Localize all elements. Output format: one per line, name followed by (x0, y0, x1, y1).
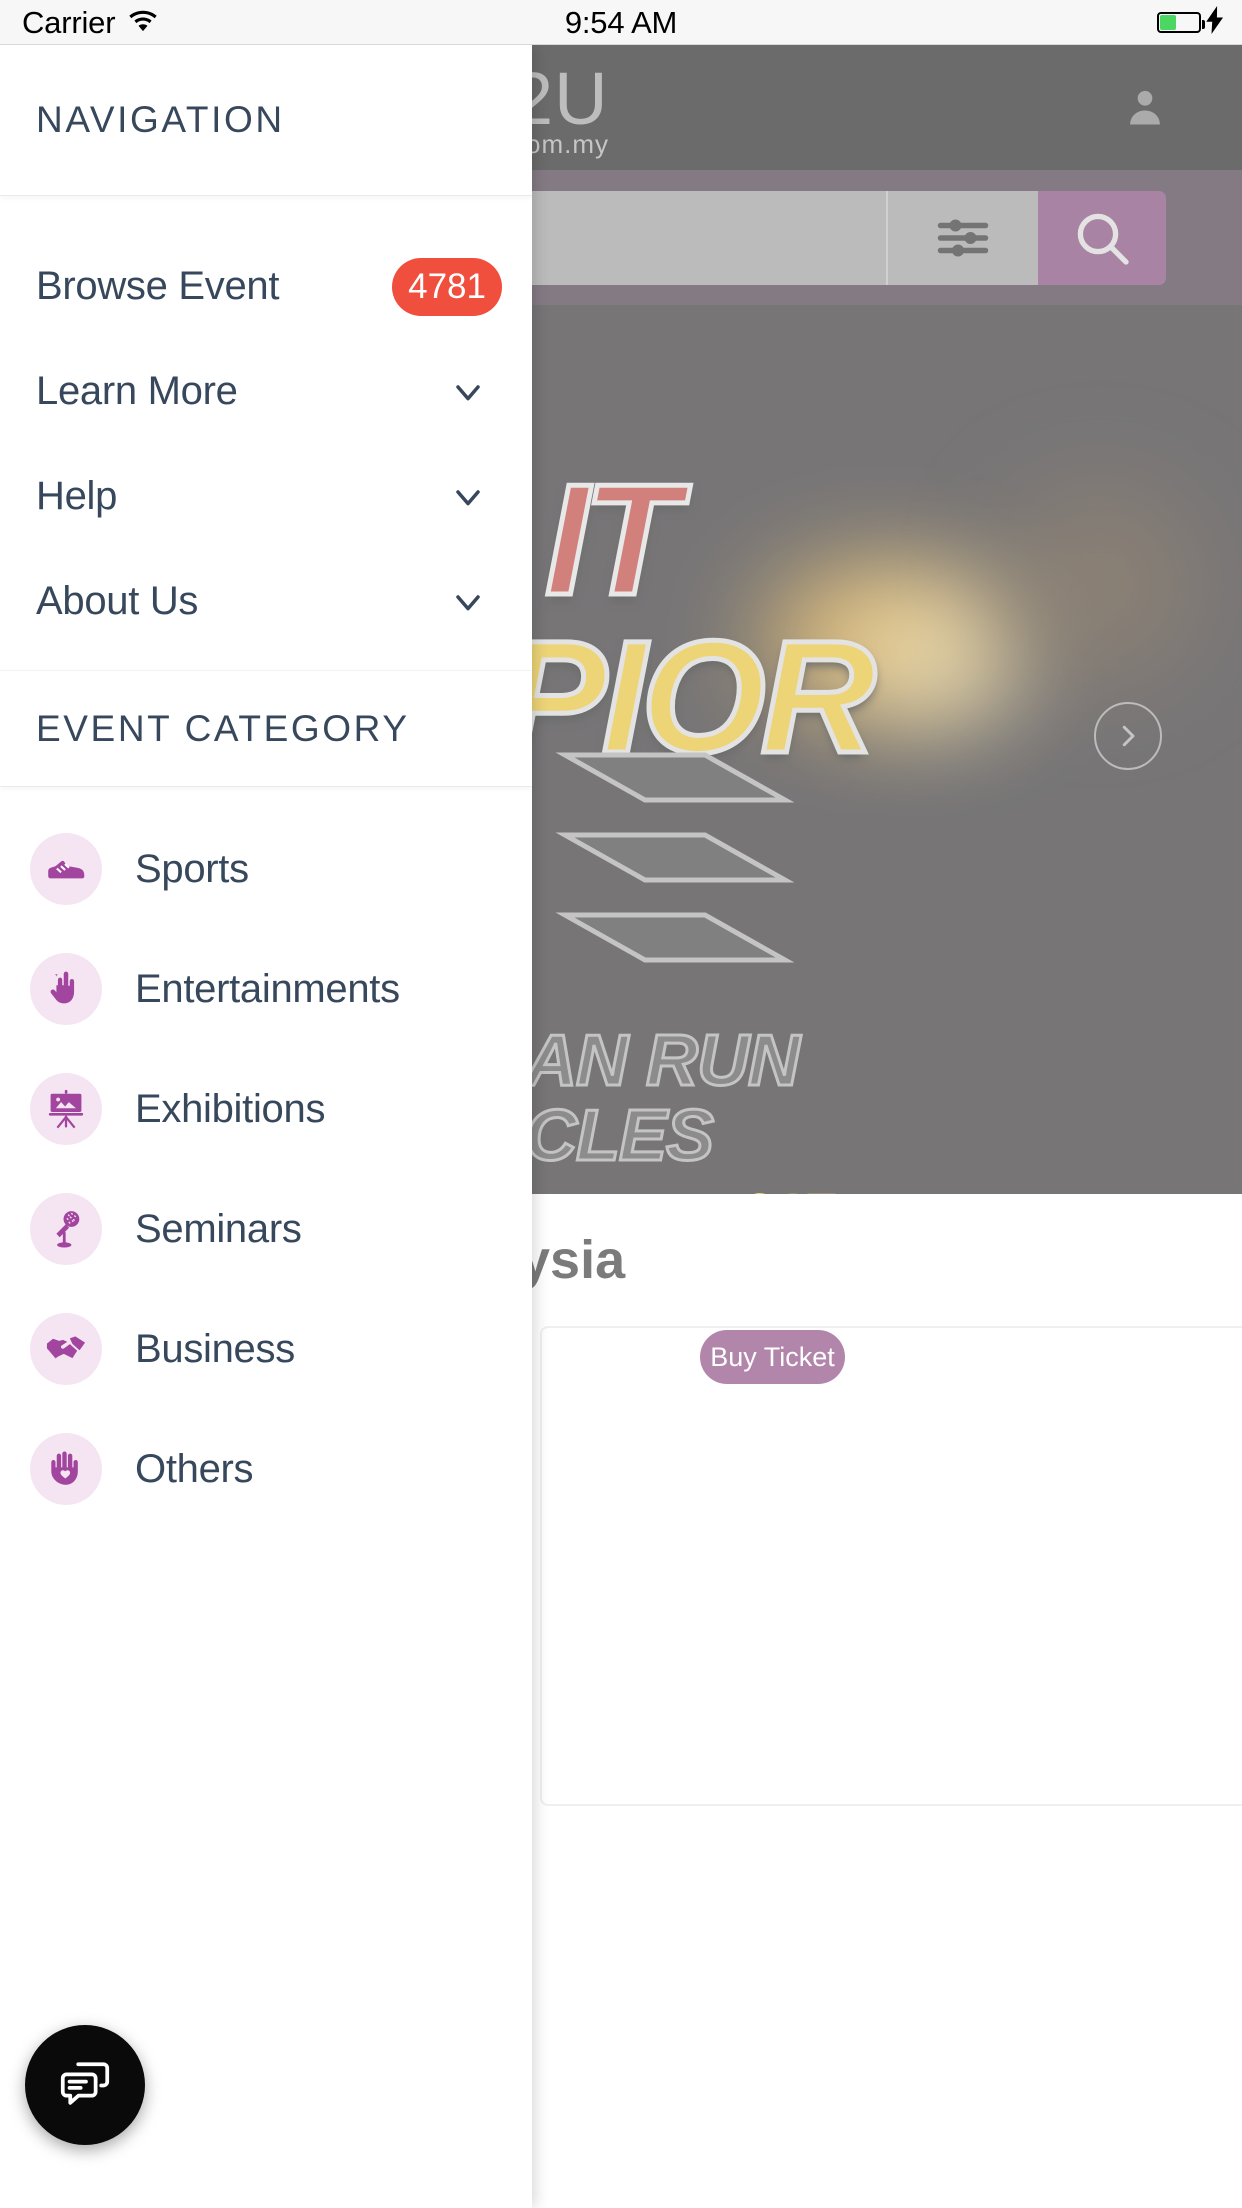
chevron-down-icon[interactable] (448, 477, 488, 517)
microphone-icon (30, 1193, 102, 1265)
status-bar: Carrier 9:54 AM (0, 0, 1242, 45)
sidebar-item-business[interactable]: Business (0, 1289, 532, 1409)
sidebar-item-label: Help (36, 474, 118, 518)
sidebar-item-browse-event[interactable]: Browse Event 4781 (0, 234, 532, 339)
sneaker-icon (30, 833, 102, 905)
handshake-icon (30, 1313, 102, 1385)
hand-heart-icon (30, 1433, 102, 1505)
sidebar-item-learn-more[interactable]: Learn More (0, 339, 532, 444)
sidebar-item-label: About Us (36, 579, 199, 623)
battery-fill (1160, 15, 1176, 30)
sidebar-item-label: Business (135, 1326, 295, 1371)
clock-label: 9:54 AM (564, 4, 678, 40)
status-badge: 4781 (392, 257, 502, 316)
lightning-bolt-icon (1206, 6, 1224, 39)
sidebar-item-label: Browse Event (36, 264, 280, 308)
sidebar-item-entertainments[interactable]: Entertainments (0, 929, 532, 1049)
status-bar-center: 9:54 AM (0, 0, 1242, 45)
sidebar-item-label: Learn More (36, 369, 238, 413)
chevron-down-icon[interactable] (448, 582, 488, 622)
sidebar-item-label: Others (135, 1446, 254, 1491)
app-screen: 2U com.my IT PIOR AN RUN CLES ysia Buy T… (0, 0, 1242, 2208)
chevron-down-icon[interactable] (448, 372, 488, 412)
navigation-drawer: NAVIGATION Browse Event 4781 Learn More … (0, 45, 532, 2208)
sidebar-item-label: Entertainments (135, 966, 400, 1011)
chat-bubbles-icon[interactable] (25, 2025, 145, 2145)
sidebar-item-about-us[interactable]: About Us (0, 549, 532, 654)
event-category-section-header: EVENT CATEGORY (0, 670, 532, 787)
rock-hand-icon (30, 953, 102, 1025)
easel-icon (30, 1073, 102, 1145)
sidebar-item-help[interactable]: Help (0, 444, 532, 549)
sidebar-item-others[interactable]: Others (0, 1409, 532, 1529)
navigation-section-header: NAVIGATION (0, 45, 532, 196)
sidebar-item-seminars[interactable]: Seminars (0, 1169, 532, 1289)
sidebar-item-label: Seminars (135, 1206, 302, 1251)
sidebar-item-exhibitions[interactable]: Exhibitions (0, 1049, 532, 1169)
sidebar-item-label: Sports (135, 846, 249, 891)
battery-icon (1157, 12, 1205, 33)
sidebar-item-label: Exhibitions (135, 1086, 326, 1131)
status-bar-right (1157, 0, 1224, 45)
sidebar-item-sports[interactable]: Sports (0, 809, 532, 929)
